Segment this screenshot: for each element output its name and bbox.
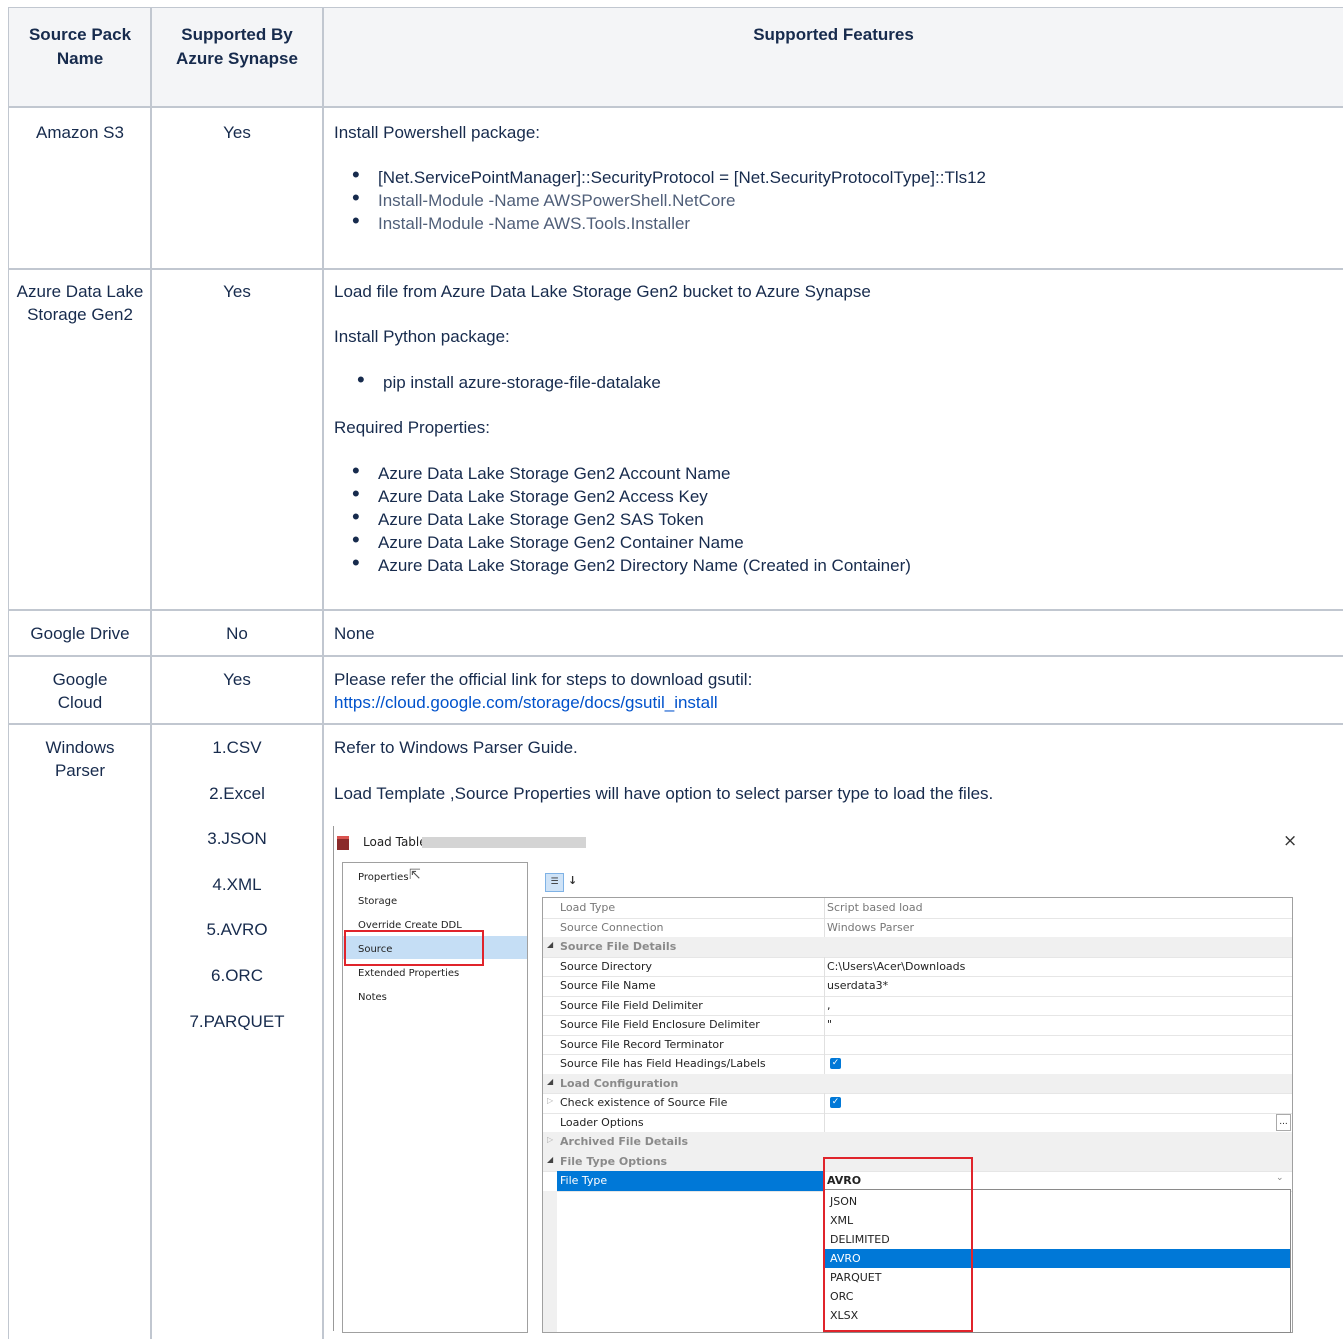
row-divider bbox=[8, 609, 1343, 611]
category-row[interactable]: ▷ Archived File Details bbox=[543, 1132, 1292, 1153]
property-row[interactable]: Source Directory C:\Users\Acer\Downloads bbox=[543, 956, 1292, 977]
nav-item-storage[interactable]: Storage bbox=[358, 896, 397, 907]
google-cloud-text: Please refer the official link for steps… bbox=[334, 670, 753, 689]
azure-properties-bullet-list: Azure Data Lake Storage Gen2 Account Nam… bbox=[334, 459, 911, 577]
supported-amazon-s3: Yes bbox=[223, 123, 251, 142]
source-pack-name-google-cloud: Google Cloud bbox=[52, 670, 108, 712]
property-row: Source Connection Windows Parser bbox=[543, 917, 1292, 938]
nav-item-extended-properties[interactable]: Extended Properties bbox=[358, 968, 459, 979]
row-divider bbox=[8, 106, 1343, 108]
checkbox-checked-icon[interactable]: ✓ bbox=[830, 1058, 841, 1069]
list-item: pip install azure-storage-file-datalake bbox=[339, 368, 661, 394]
parser-type-avro: 5.AVRO bbox=[206, 920, 268, 939]
header-source-pack-name: Source Pack Name bbox=[28, 25, 132, 68]
category-row[interactable]: ◢ Source File Details bbox=[543, 937, 1292, 958]
collapse-triangle-icon: ◢ bbox=[547, 1076, 554, 1086]
source-pack-name-google-drive: Google Drive bbox=[30, 624, 130, 643]
highlight-source-box bbox=[344, 930, 484, 966]
parser-type-xml: 4.XML bbox=[212, 875, 262, 894]
supported-google-cloud: Yes bbox=[223, 670, 251, 689]
property-row: Load Type Script based load bbox=[543, 898, 1292, 919]
azure-data-lake-line-1: Load file from Azure Data Lake Storage G… bbox=[334, 282, 871, 301]
list-item: Install-Module -Name AWSPowerShell.NetCo… bbox=[334, 186, 986, 212]
property-row[interactable]: ▷ Check existence of Source File ✓ bbox=[543, 1093, 1292, 1114]
list-item: Azure Data Lake Storage Gen2 Account Nam… bbox=[334, 459, 911, 485]
list-item: Azure Data Lake Storage Gen2 SAS Token bbox=[334, 505, 911, 531]
property-row[interactable]: Loader Options... bbox=[543, 1112, 1292, 1133]
supported-azure-data-lake: Yes bbox=[223, 282, 251, 301]
highlight-file-type-box bbox=[823, 1157, 973, 1332]
list-item: Azure Data Lake Storage Gen2 Container N… bbox=[334, 528, 911, 554]
nav-item-notes[interactable]: Notes bbox=[358, 992, 387, 1003]
gsutil-install-link[interactable]: https://cloud.google.com/storage/docs/gs… bbox=[334, 691, 718, 714]
table-border-top bbox=[8, 7, 1343, 8]
source-pack-name-azure-data-lake: Azure Data Lake Storage Gen2 bbox=[16, 282, 144, 324]
list-item: Azure Data Lake Storage Gen2 Directory N… bbox=[334, 551, 911, 577]
collapse-triangle-icon: ◢ bbox=[547, 1154, 554, 1164]
ellipsis-button[interactable]: ... bbox=[1276, 1113, 1291, 1131]
dialog-title-bar: Load Table × bbox=[334, 831, 1301, 855]
list-item: Azure Data Lake Storage Gen2 Access Key bbox=[334, 482, 911, 508]
parser-type-excel: 2.Excel bbox=[209, 784, 265, 803]
collapse-triangle-icon: ◢ bbox=[547, 940, 554, 949]
column-divider bbox=[8, 7, 9, 1339]
checkbox-checked-icon[interactable]: ✓ bbox=[830, 1097, 841, 1108]
parser-type-parquet: 7.PARQUET bbox=[189, 1012, 285, 1031]
supported-google-drive: No bbox=[226, 624, 248, 643]
amazon-s3-bullet-list: [Net.ServicePointManager]::SecurityProto… bbox=[334, 163, 986, 235]
amazon-s3-intro: Install Powershell package: bbox=[334, 123, 541, 142]
load-table-dialog: Load Table × Properties ⇱ Storage Overri… bbox=[333, 826, 1301, 1333]
windows-parser-line-2: Load Template ,Source Properties will ha… bbox=[334, 784, 994, 803]
chevron-down-icon[interactable]: ⌄ bbox=[1276, 1173, 1284, 1183]
google-drive-features: None bbox=[334, 624, 375, 643]
close-icon[interactable]: × bbox=[1283, 831, 1297, 851]
category-row[interactable]: ◢ Load Configuration bbox=[543, 1073, 1292, 1094]
property-row[interactable]: Source File Record Terminator bbox=[543, 1034, 1292, 1055]
property-row[interactable]: Source File Field Enclosure Delimiter " bbox=[543, 1015, 1292, 1036]
parser-type-json: 3.JSON bbox=[207, 829, 267, 848]
azure-data-lake-line-3: Required Properties: bbox=[334, 418, 490, 437]
source-pack-name-amazon-s3: Amazon S3 bbox=[36, 123, 124, 142]
row-divider bbox=[8, 268, 1343, 270]
property-row[interactable]: Source File Field Delimiter, bbox=[543, 995, 1292, 1016]
dialog-title: Load Table bbox=[363, 835, 427, 849]
header-supported-by-azure-synapse: Supported By Azure Synapse bbox=[176, 25, 298, 68]
sort-alphabetical-icon[interactable]: ↓ bbox=[568, 874, 577, 887]
source-pack-name-windows-parser: Windows Parser bbox=[45, 738, 115, 780]
windows-parser-line-1: Refer to Windows Parser Guide. bbox=[334, 738, 578, 757]
azure-python-bullet-list: pip install azure-storage-file-datalake bbox=[339, 368, 661, 394]
column-divider bbox=[322, 7, 324, 1339]
azure-data-lake-line-2: Install Python package: bbox=[334, 327, 510, 346]
header-supported-features: Supported Features bbox=[753, 25, 914, 44]
row-divider bbox=[8, 655, 1343, 657]
property-row[interactable]: Source File has Field Headings/Labels ✓ bbox=[543, 1054, 1292, 1075]
categorized-view-icon[interactable]: ☰ bbox=[545, 873, 564, 892]
nav-item-properties[interactable]: Properties bbox=[358, 872, 409, 883]
redacted-table-name bbox=[422, 837, 586, 848]
table-icon bbox=[337, 836, 349, 850]
row-divider bbox=[8, 723, 1343, 725]
parser-type-orc: 6.ORC bbox=[211, 966, 263, 985]
parser-type-csv: 1.CSV bbox=[212, 738, 262, 757]
list-item: Install-Module -Name AWS.Tools.Installer bbox=[334, 209, 986, 235]
mouse-cursor-icon: ⇱ bbox=[409, 867, 421, 883]
grid-empty-area bbox=[543, 1191, 557, 1332]
expand-triangle-icon: ▷ bbox=[547, 1096, 554, 1105]
expand-triangle-icon: ▷ bbox=[547, 1135, 554, 1144]
property-row[interactable]: Source File Name userdata3* bbox=[543, 976, 1292, 997]
list-item: [Net.ServicePointManager]::SecurityProto… bbox=[334, 163, 986, 189]
